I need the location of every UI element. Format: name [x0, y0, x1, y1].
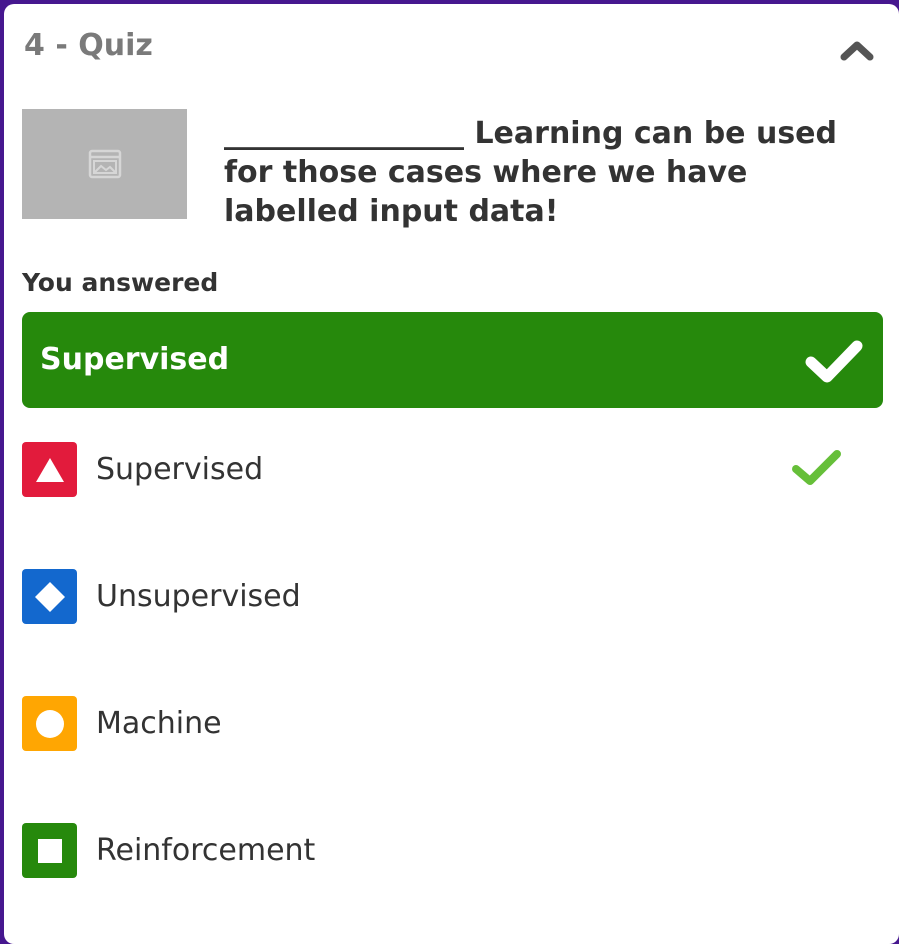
check-icon [805, 340, 863, 383]
quiz-title: 4 - Quiz [24, 28, 153, 63]
square-icon [37, 838, 62, 863]
you-answered-label: You answered [22, 268, 219, 297]
option-label: Reinforcement [96, 833, 316, 868]
collapse-button[interactable] [836, 34, 878, 66]
answer-option-reinforcement[interactable]: Reinforcement [22, 821, 883, 881]
option-label: Supervised [96, 452, 264, 487]
option-label: Machine [96, 706, 222, 741]
question-text: ________________ Learning can be used fo… [224, 116, 837, 229]
selected-answer-label: Supervised [40, 342, 230, 377]
selected-answer-banner: Supervised [22, 312, 883, 408]
quiz-card: 4 - Quiz ________________ Learning can b… [4, 4, 899, 944]
option-label: Unsupervised [96, 579, 301, 614]
diamond-icon [34, 581, 65, 612]
option-shape-diamond [22, 569, 77, 624]
answer-option-unsupervised[interactable]: Unsupervised [22, 567, 883, 627]
image-placeholder-icon [88, 149, 121, 179]
option-shape-circle [22, 696, 77, 751]
question-image [22, 109, 187, 219]
circle-icon [35, 709, 64, 738]
option-shape-triangle [22, 442, 77, 497]
correct-check-icon [792, 450, 841, 485]
option-shape-square [22, 823, 77, 878]
answer-option-supervised[interactable]: Supervised [22, 440, 883, 500]
answer-option-machine[interactable]: Machine [22, 694, 883, 754]
chevron-up-icon [840, 41, 874, 61]
triangle-icon [35, 457, 64, 482]
